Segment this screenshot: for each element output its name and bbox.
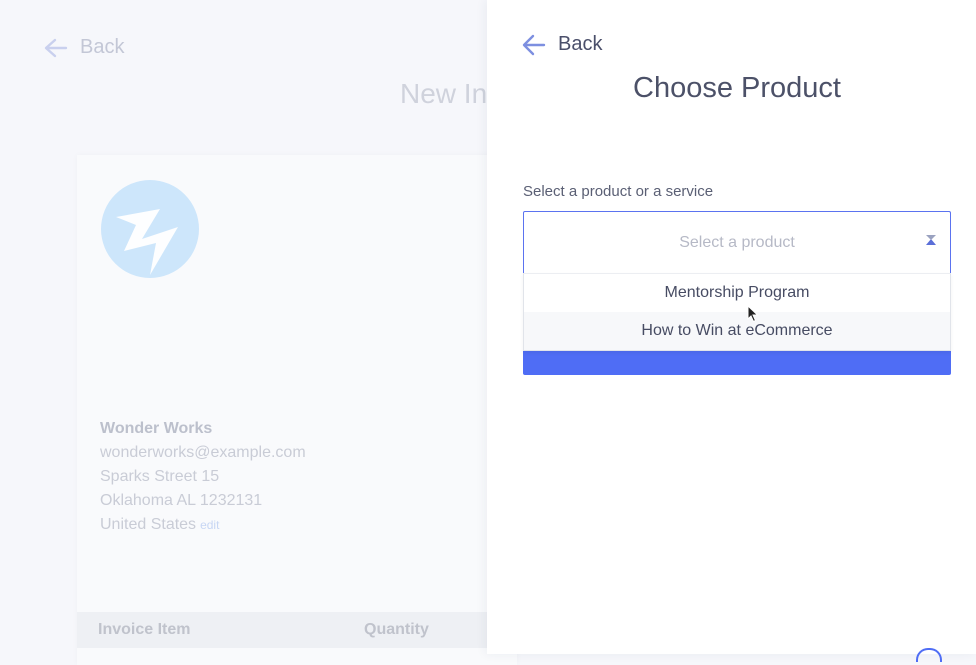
- column-header-quantity: Quantity: [364, 621, 429, 638]
- product-select-group: Select a product Mentorship Program How …: [523, 211, 951, 375]
- dropdown-option-how-to-win-at-ecommerce[interactable]: How to Win at eCommerce: [524, 312, 950, 350]
- background-page-title: New In: [400, 78, 488, 109]
- arrow-left-icon: [44, 38, 68, 57]
- edit-address-link[interactable]: edit: [200, 518, 219, 532]
- company-name: Wonder Works: [100, 420, 213, 437]
- company-email: wonderworks@example.com: [100, 444, 306, 461]
- company-city: Oklahoma AL 1232131: [100, 492, 263, 509]
- product-select[interactable]: Select a product: [523, 211, 951, 274]
- panel-back-label: Back: [558, 33, 603, 55]
- choose-product-panel: Back Choose Product Select a product or …: [487, 0, 976, 654]
- panel-title: Choose Product: [633, 72, 841, 104]
- chevron-up-icon: [926, 235, 936, 245]
- background-back-link[interactable]: Back: [44, 36, 124, 59]
- panel-back-link[interactable]: Back: [522, 33, 602, 56]
- arrow-left-icon: [522, 34, 546, 55]
- logo-icon: [101, 180, 199, 278]
- company-country-line: United States edit: [100, 513, 306, 537]
- column-header-invoice-item: Invoice Item: [98, 621, 191, 638]
- product-field-label: Select a product or a service: [523, 183, 714, 200]
- product-select-placeholder: Select a product: [679, 234, 795, 251]
- product-dropdown: Mentorship Program How to Win at eCommer…: [523, 273, 951, 351]
- background-back-label: Back: [80, 36, 125, 58]
- client-address: Wonder Works wonderworks@example.com Spa…: [100, 417, 306, 537]
- invoice-table-header: Invoice Item Quantity: [77, 612, 517, 648]
- mouse-cursor-icon: [747, 305, 759, 323]
- company-country: United States: [100, 516, 197, 533]
- company-street: Sparks Street 15: [100, 468, 220, 485]
- invoice-card: Wonder Works wonderworks@example.com Spa…: [77, 155, 517, 665]
- company-logo: [100, 179, 200, 284]
- dropdown-option-mentorship-program[interactable]: Mentorship Program: [524, 274, 950, 312]
